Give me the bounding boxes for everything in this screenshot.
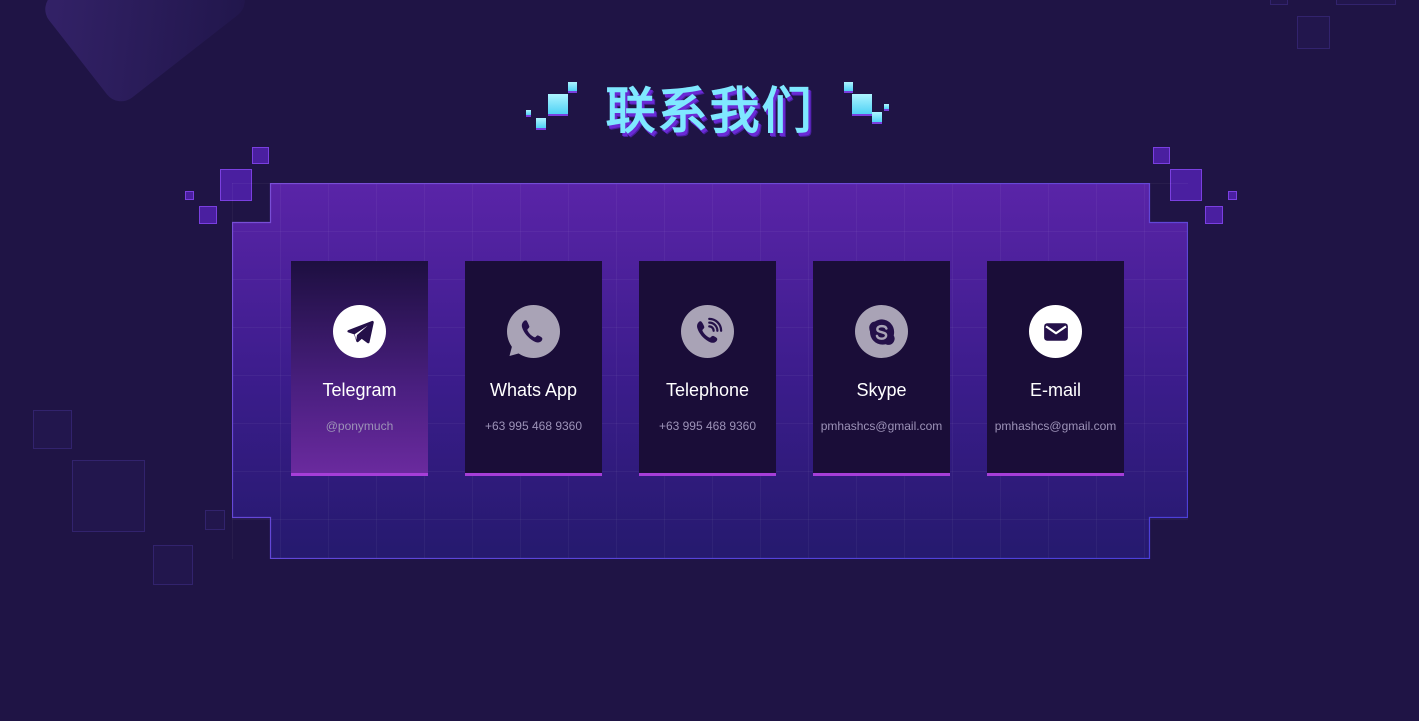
contact-panel: Telegram @ponymuch Whats App +63 995 468…: [232, 183, 1188, 559]
contact-card-telegram[interactable]: Telegram @ponymuch: [291, 261, 428, 476]
contact-value: +63 995 468 9360: [484, 419, 583, 433]
pixel-decoration: [185, 191, 194, 200]
pixel-decoration: [1205, 206, 1223, 224]
background-square: [72, 460, 145, 532]
phone-icon: [681, 305, 734, 358]
pixel-decoration: [199, 206, 217, 224]
mail-icon: [1029, 305, 1082, 358]
contact-value: +63 995 468 9360: [658, 419, 757, 433]
contact-card-list: Telegram @ponymuch Whats App +63 995 468…: [291, 261, 1124, 476]
contact-label: Telephone: [665, 380, 750, 400]
contact-card-whatsapp[interactable]: Whats App +63 995 468 9360: [465, 261, 602, 476]
background-square: [153, 545, 193, 585]
pixel-decoration: [1228, 191, 1237, 200]
contact-label: Telegram: [322, 380, 397, 400]
section-header: 联系我们: [0, 72, 1419, 142]
pixel-ornament-left: [525, 80, 577, 134]
contact-label: E-mail: [1029, 380, 1081, 400]
contact-value: pmhashcs@gmail.com: [820, 419, 943, 433]
contact-label: Whats App: [489, 380, 578, 400]
background-square: [1297, 16, 1330, 49]
contact-card-telephone[interactable]: Telephone +63 995 468 9360: [639, 261, 776, 476]
whatsapp-icon: [507, 305, 560, 358]
background-square: [1270, 0, 1288, 5]
pixel-decoration: [252, 147, 269, 164]
contact-label: Skype: [856, 380, 907, 400]
skype-icon: [855, 305, 908, 358]
contact-value: @ponymuch: [325, 419, 394, 433]
background-square: [33, 410, 72, 449]
contact-card-skype[interactable]: Skype pmhashcs@gmail.com: [813, 261, 950, 476]
pixel-decoration: [1153, 147, 1170, 164]
page-title: 联系我们: [605, 82, 814, 140]
contact-card-email[interactable]: E-mail pmhashcs@gmail.com: [987, 261, 1124, 476]
telegram-icon: [333, 305, 386, 358]
background-square: [205, 510, 225, 530]
contact-value: pmhashcs@gmail.com: [994, 419, 1117, 433]
background-square: [1336, 0, 1396, 5]
pixel-ornament-right: [843, 80, 894, 134]
